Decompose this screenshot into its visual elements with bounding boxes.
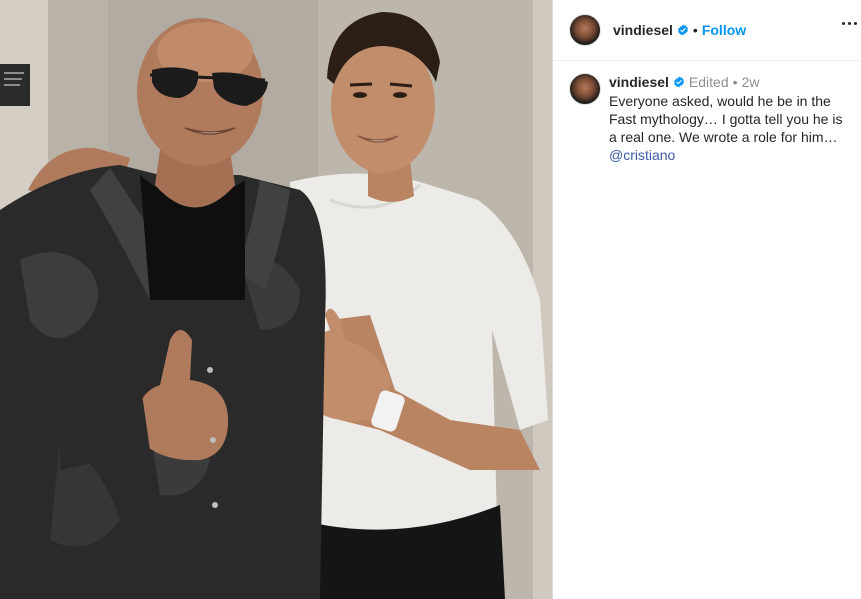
author-username[interactable]: vindiesel — [613, 22, 673, 38]
header-separator: • — [692, 22, 698, 38]
post-caption: vindiesel Edited • 2w Everyone asked, wo… — [553, 61, 861, 164]
follow-button[interactable]: Follow — [702, 22, 746, 38]
verified-badge-icon — [673, 76, 684, 88]
caption-author-avatar[interactable] — [569, 73, 601, 105]
caption-author-username[interactable]: vindiesel — [609, 73, 669, 91]
caption-text: Everyone asked, would he be in the Fast … — [609, 93, 843, 145]
post-side-panel: vindiesel • Follow vindiesel Edited • 2w… — [552, 0, 861, 599]
verified-badge-icon — [677, 24, 688, 36]
more-options-icon[interactable] — [842, 22, 857, 25]
caption-separator: • — [732, 74, 738, 90]
edited-label: Edited — [688, 74, 729, 90]
post-header: vindiesel • Follow — [553, 0, 861, 61]
author-avatar[interactable] — [569, 14, 601, 46]
post-image[interactable] — [0, 0, 552, 599]
mention-link[interactable]: @cristiano — [609, 147, 675, 163]
post-timestamp[interactable]: 2w — [742, 73, 760, 91]
post-photo-illustration — [0, 0, 552, 599]
